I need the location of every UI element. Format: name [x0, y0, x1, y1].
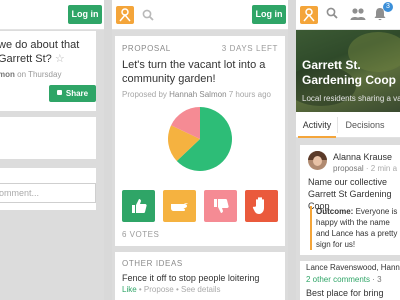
avatar-face: [313, 156, 322, 166]
search-icon[interactable]: [142, 9, 154, 21]
post-time: on Thursday: [14, 70, 62, 79]
outcome-label: Outcome:: [316, 207, 354, 216]
login-button[interactable]: Log in: [68, 5, 102, 24]
thumbs-up-icon: [132, 199, 147, 213]
thumbs-down-icon: [214, 199, 229, 213]
like-link[interactable]: Like: [122, 285, 137, 294]
idea-actions: Like • Propose • See details: [122, 285, 221, 294]
top-bar: Log in: [0, 0, 104, 30]
proposal-title[interactable]: Let's turn the vacant lot into a communi…: [122, 58, 282, 86]
proposer-name[interactable]: Hannah Salmon: [169, 90, 226, 99]
vote-pie-chart[interactable]: [167, 106, 233, 172]
notification-badge: 3: [383, 2, 393, 12]
activity-outcome: Outcome: Everyone is happy with the name…: [310, 206, 400, 250]
activity-author[interactable]: Alanna Krause: [333, 152, 392, 162]
other-ideas-label: OTHER IDEAS: [122, 259, 183, 268]
column-discussion: Log in we do about that Garrett St? ☆ mo…: [0, 0, 104, 300]
group-description: Local residents sharing a va: [302, 94, 400, 103]
share-button[interactable]: Share: [49, 85, 96, 102]
share-label: Share: [65, 89, 89, 98]
activity-author[interactable]: Lance Ravenswood, Hannah: [306, 263, 400, 272]
top-bar: Log in: [112, 0, 288, 30]
empty-card: [0, 117, 96, 159]
top-bar: 3: [296, 0, 400, 30]
proposal-label: PROPOSAL: [122, 44, 171, 53]
activity-time: · 3: [370, 275, 382, 284]
activity-item: Alanna Krause proposal · 2 min a Name ou…: [300, 145, 400, 255]
discussion-meta: mon on Thursday: [0, 70, 61, 79]
days-left: 3 DAYS LEFT: [221, 44, 278, 53]
activity-meta: 2 other comments · 3: [306, 275, 382, 284]
activity-time: · 2 min a: [363, 164, 398, 173]
column-group: 3 Garrett St. Gardening Coop Local resid…: [296, 0, 400, 300]
people-icon[interactable]: [350, 7, 366, 21]
proposed-by: Proposed by Hannah Salmon 7 hours ago: [122, 90, 282, 100]
vote-count: 6 VOTES: [122, 230, 160, 239]
idea-title[interactable]: Fence it off to stop people loitering: [122, 273, 259, 283]
proposal-card: PROPOSAL 3 DAYS LEFT Let's turn the vaca…: [115, 36, 285, 246]
activity-item: Lance Ravenswood, Hannah 2 other comment…: [300, 261, 400, 300]
block-button[interactable]: [245, 190, 278, 222]
activity-type: proposal: [333, 164, 364, 173]
thumbs-down-button[interactable]: [204, 190, 237, 222]
proposed-by-prefix: Proposed by: [122, 90, 170, 99]
login-button[interactable]: Log in: [252, 5, 286, 24]
thumbs-up-button[interactable]: [122, 190, 155, 222]
logo-icon[interactable]: [300, 6, 318, 24]
hand-icon: [171, 203, 188, 211]
author-name[interactable]: mon: [0, 70, 15, 79]
search-icon[interactable]: [326, 7, 338, 19]
comment-input[interactable]: omment...: [0, 183, 96, 203]
tab-activity[interactable]: Activity: [298, 112, 336, 138]
group-cover: Garrett St. Gardening Coop Local residen…: [296, 30, 400, 112]
group-tabs: Activity Decisions: [296, 112, 400, 138]
lock-icon: [56, 90, 62, 95]
app-stage: Log in we do about that Garrett St? ☆ mo…: [0, 0, 400, 300]
tab-decisions[interactable]: Decisions: [339, 112, 391, 138]
star-icon[interactable]: ☆: [55, 53, 65, 65]
discussion-title: we do about that Garrett St? ☆: [0, 38, 104, 66]
avatar[interactable]: [308, 151, 327, 170]
activity-title[interactable]: Best place for bring: [306, 288, 384, 298]
logo-icon[interactable]: [116, 6, 134, 24]
stop-hand-icon: [252, 197, 264, 214]
group-title: Garrett St. Gardening Coop: [302, 58, 396, 87]
activity-meta: proposal · 2 min a: [333, 164, 397, 173]
proposed-time: 7 hours ago: [226, 90, 271, 99]
other-ideas-card: OTHER IDEAS Fence it off to stop people …: [115, 252, 285, 300]
abstain-button[interactable]: [163, 190, 196, 222]
idea-action-links[interactable]: • Propose • See details: [137, 285, 221, 294]
comments-link[interactable]: 2 other comments: [306, 275, 370, 284]
column-proposal: Log in PROPOSAL 3 DAYS LEFT Let's turn t…: [112, 0, 288, 300]
tab-divider: [337, 117, 338, 133]
discussion-title-text: we do about that Garrett St?: [0, 39, 80, 65]
